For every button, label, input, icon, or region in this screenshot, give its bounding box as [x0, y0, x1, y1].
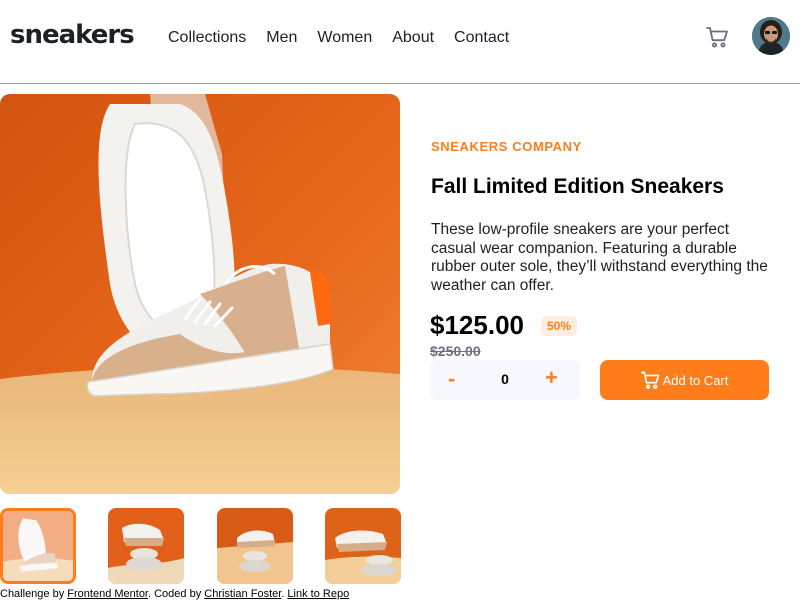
quantity-stepper: - 0 + — [430, 360, 580, 400]
frontend-mentor-link[interactable]: Frontend Mentor — [67, 588, 148, 600]
thumbnail-strip — [0, 508, 401, 584]
cart-icon[interactable] — [706, 25, 730, 49]
footer-middle: . Coded by — [148, 588, 205, 600]
add-to-cart-label: Add to Cart — [662, 372, 729, 388]
add-to-cart-button[interactable]: Add to Cart — [600, 360, 769, 400]
repo-link[interactable]: Link to Repo — [287, 588, 349, 600]
company-label: SNEAKERS COMPANY — [431, 139, 582, 154]
product-title: Fall Limited Edition Sneakers — [431, 175, 724, 198]
increase-quantity-button[interactable]: + — [545, 365, 558, 391]
site-header: sneakers Collections Men Women About Con… — [0, 0, 800, 84]
nav-collections[interactable]: Collections — [168, 28, 246, 48]
product-main-image[interactable] — [0, 94, 400, 494]
original-price: $250.00 — [430, 343, 481, 359]
product-description: These low-profile sneakers are your perf… — [431, 221, 768, 294]
thumbnail-1[interactable] — [0, 508, 76, 584]
nav-contact[interactable]: Contact — [454, 28, 509, 48]
thumbnail-3[interactable] — [217, 508, 293, 584]
thumbnail-2[interactable] — [108, 508, 184, 584]
main-nav: Collections Men Women About Contact — [168, 28, 529, 48]
author-link[interactable]: Christian Foster — [204, 588, 281, 600]
thumbnail-4[interactable] — [325, 508, 401, 584]
discount-badge: 50% — [541, 316, 578, 336]
footer-prefix: Challenge by — [0, 588, 68, 600]
cart-icon — [640, 371, 659, 389]
nav-about[interactable]: About — [392, 28, 434, 48]
logo[interactable]: sneakers — [10, 20, 135, 50]
nav-men[interactable]: Men — [266, 28, 297, 48]
current-price: $125.00 — [430, 310, 524, 340]
attribution-footer: Challenge by Frontend Mentor. Coded by C… — [0, 588, 349, 600]
nav-women[interactable]: Women — [317, 28, 372, 48]
avatar[interactable] — [752, 17, 790, 55]
